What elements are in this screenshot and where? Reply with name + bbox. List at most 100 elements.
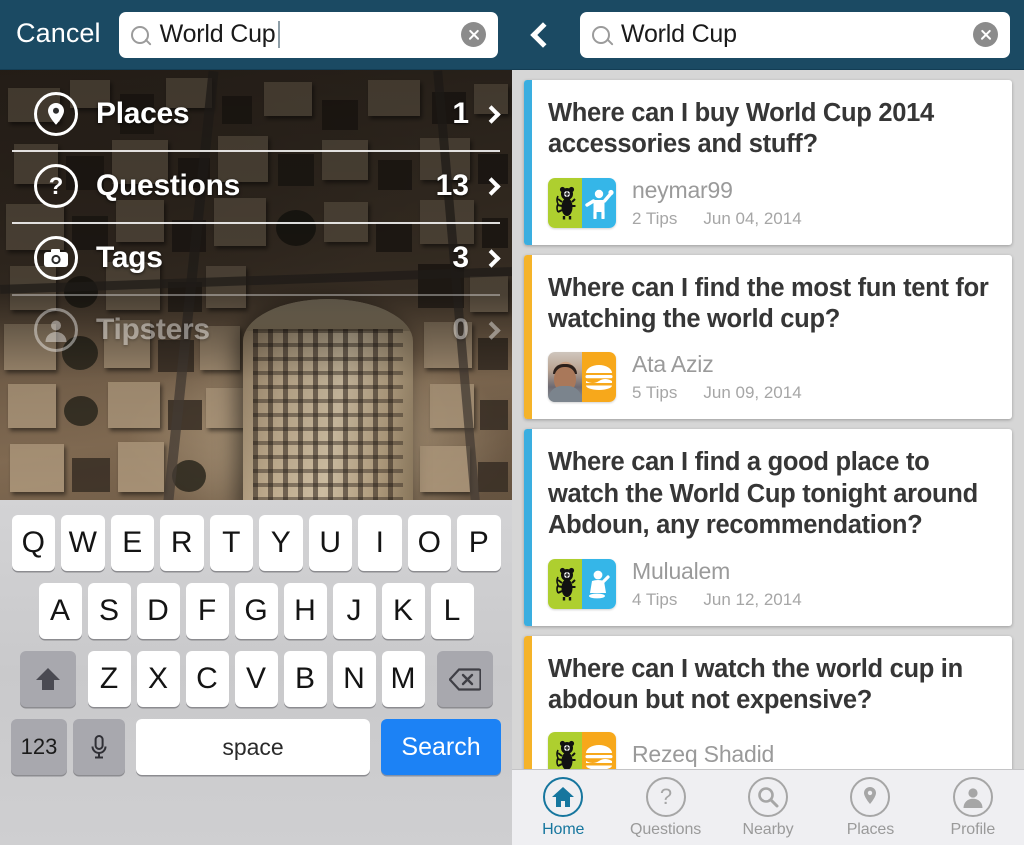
tab-places[interactable]: Places [819, 776, 921, 839]
keyboard-row-4: 123 space Search [0, 719, 512, 775]
question-date: Jun 09, 2014 [703, 383, 802, 403]
key-u[interactable]: U [308, 515, 352, 571]
tab-label: Questions [630, 820, 702, 838]
key-o[interactable]: O [407, 515, 451, 571]
key-y[interactable]: Y [259, 515, 303, 571]
menu-label: Tags [96, 241, 163, 274]
person-icon [952, 776, 993, 817]
key-b[interactable]: B [283, 651, 327, 707]
backspace-icon[interactable] [436, 651, 493, 707]
tab-questions[interactable]: ? Questions [614, 776, 716, 839]
keyboard-row-3: Z X C V B N M [0, 651, 512, 707]
key-c[interactable]: C [185, 651, 229, 707]
camera-icon [34, 236, 78, 280]
question-card[interactable]: Where can I find the most fun tent for w… [524, 254, 1012, 420]
clear-icon[interactable] [973, 22, 998, 47]
search-icon [748, 776, 789, 817]
question-date: Jun 04, 2014 [703, 208, 802, 228]
menu-row-questions[interactable]: ? Questions 13 [0, 150, 512, 222]
key-d[interactable]: D [136, 583, 180, 639]
key-r[interactable]: R [160, 515, 204, 571]
user-photo [548, 352, 582, 403]
question-stats: 5 Tips Jun 09, 2014 [632, 383, 802, 403]
question-stats: 2 Tips Jun 04, 2014 [632, 209, 802, 229]
question-date: Jun 12, 2014 [703, 589, 802, 609]
tab-profile[interactable]: Profile [922, 776, 1024, 839]
space-key[interactable]: space [136, 719, 370, 775]
svg-text:?: ? [49, 173, 64, 199]
question-meta: Mulualem 4 Tips Jun 12, 2014 [548, 558, 994, 610]
menu-row-places[interactable]: Places 1 [0, 78, 512, 150]
chevron-right-icon [482, 248, 501, 268]
question-card[interactable]: Where can I find a good place to watch t… [524, 429, 1012, 626]
question-card[interactable]: Where can I watch the world cup in abdou… [524, 635, 1012, 769]
menu-label: Places [96, 97, 190, 130]
tab-home[interactable]: Home [512, 776, 614, 839]
menu-row-tipsters[interactable]: Tipsters 0 [0, 294, 512, 366]
question-results-list[interactable]: Where can I buy World Cup 2014 accessori… [512, 70, 1024, 769]
home-icon [543, 776, 584, 817]
pin-icon [34, 92, 78, 136]
right-navigation-bar: World Cup [512, 0, 1024, 70]
chevron-right-icon [482, 104, 501, 124]
key-a[interactable]: A [38, 583, 82, 639]
question-meta: Ata Aziz 5 Tips Jun 09, 2014 [548, 351, 994, 403]
tab-label: Profile [950, 820, 996, 838]
keyboard-row-1: Q W E R T Y U I O P [0, 515, 512, 571]
animal-mascot-icon [548, 177, 582, 228]
key-q[interactable]: Q [11, 515, 55, 571]
avatar [548, 177, 616, 228]
shift-up-arrow-icon[interactable] [19, 651, 76, 707]
key-w[interactable]: W [61, 515, 105, 571]
menu-count: 3 [452, 241, 469, 274]
key-v[interactable]: V [234, 651, 278, 707]
burger-icon [582, 352, 616, 403]
menu-count: 1 [452, 97, 469, 130]
menu-count: 0 [452, 313, 469, 346]
chevron-right-icon [482, 176, 501, 196]
question-card[interactable]: Where can I buy World Cup 2014 accessori… [524, 80, 1012, 245]
back-chevron-icon[interactable] [530, 21, 556, 48]
key-s[interactable]: S [87, 583, 131, 639]
cancel-button[interactable]: Cancel [12, 16, 109, 53]
animal-mascot-icon [548, 558, 582, 609]
key-x[interactable]: X [136, 651, 180, 707]
key-i[interactable]: I [358, 515, 402, 571]
key-m[interactable]: M [381, 651, 425, 707]
key-h[interactable]: H [283, 583, 327, 639]
key-n[interactable]: N [332, 651, 376, 707]
tab-label: Home [542, 820, 585, 838]
search-icon [130, 25, 149, 44]
menu-label: Tipsters [96, 313, 210, 346]
key-f[interactable]: F [185, 583, 229, 639]
question-title: Where can I find a good place to watch t… [548, 448, 978, 540]
clear-icon[interactable] [461, 22, 486, 47]
key-g[interactable]: G [234, 583, 278, 639]
key-k[interactable]: K [381, 583, 425, 639]
key-p[interactable]: P [457, 515, 501, 571]
avatar [548, 558, 616, 609]
question-stats: 4 Tips Jun 12, 2014 [632, 590, 802, 610]
tab-label: Nearby [742, 820, 794, 838]
question-author: Ata Aziz [632, 351, 714, 378]
chevron-right-icon [482, 320, 501, 340]
svg-text:?: ? [659, 785, 671, 809]
search-input[interactable]: World Cup [118, 11, 498, 58]
search-input[interactable]: World Cup [580, 11, 1010, 58]
menu-row-tags[interactable]: Tags 3 [0, 222, 512, 294]
on-screen-keyboard[interactable]: Q W E R T Y U I O P A S D F G H J K L Z … [0, 500, 512, 845]
search-input-value: World Cup [159, 20, 276, 48]
tab-nearby[interactable]: Nearby [717, 776, 819, 839]
question-author: Mulualem [632, 557, 731, 584]
key-t[interactable]: T [209, 515, 253, 571]
question-title: Where can I watch the world cup in abdou… [548, 654, 963, 714]
search-input-value: World Cup [621, 20, 737, 48]
key-j[interactable]: J [332, 583, 376, 639]
dual-screenshot-composite: Cancel World Cup Places 1 ? Questions 13… [0, 0, 1024, 845]
key-z[interactable]: Z [87, 651, 131, 707]
keyboard-search-button[interactable]: Search [381, 719, 501, 775]
key-l[interactable]: L [430, 583, 474, 639]
microphone-icon[interactable] [73, 719, 125, 775]
numbers-key[interactable]: 123 [11, 719, 67, 775]
key-e[interactable]: E [110, 515, 154, 571]
